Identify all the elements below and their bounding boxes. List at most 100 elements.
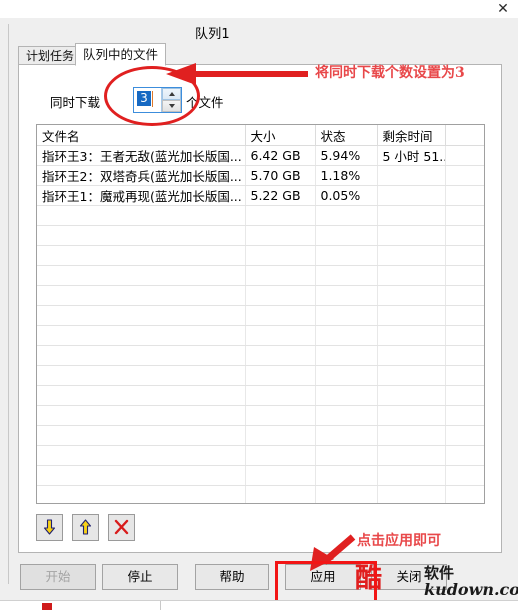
cell-empty [245, 325, 316, 346]
cell-empty [445, 245, 484, 266]
cell-filename: 指环王3：王者无敌(蓝光加长版国... [37, 145, 246, 166]
table-body: 指环王3：王者无敌(蓝光加长版国... 6.42 GB 5.94% 5 小时 51..… [37, 145, 484, 503]
page-title: 队列1 [195, 27, 230, 42]
column-header-remaining[interactable]: 剩余时间 [377, 125, 446, 146]
cell-empty [377, 325, 446, 346]
cell-empty [445, 425, 484, 446]
cell-empty [445, 385, 484, 406]
cell-empty [37, 425, 246, 446]
watermark-line2: kudown.com [424, 580, 518, 599]
cell-empty [377, 485, 446, 503]
tab-queued-files[interactable]: 队列中的文件 [75, 43, 167, 66]
table-row[interactable]: 指环王1：魔戒再现(蓝光加长版国... 5.22 GB 0.05% [37, 185, 484, 206]
help-button[interactable]: 帮助 [195, 564, 269, 590]
file-table[interactable]: 文件名 大小 状态 剩余时间 指环王3：王者无敌(蓝光加长版国... 6.42 G… [36, 124, 485, 504]
cell-empty [445, 405, 484, 426]
chevron-down-icon[interactable] [162, 100, 181, 112]
cell-empty [377, 425, 446, 446]
table-row-empty[interactable] [37, 425, 484, 446]
table-row-empty[interactable] [37, 485, 484, 503]
screenshot-root: ✕ 队列1 计划任务 队列中的文件 同时下载 3 个文件 文件名 大小 状态 剩… [0, 0, 518, 610]
cell-empty [315, 385, 378, 406]
cell-status: 0.05% [315, 185, 378, 206]
table-row-empty[interactable] [37, 285, 484, 306]
cell-empty [315, 465, 378, 486]
column-header-status[interactable]: 状态 [315, 125, 378, 146]
arrow-down-icon [43, 519, 56, 535]
table-row-empty[interactable] [37, 385, 484, 406]
cell-empty [445, 345, 484, 366]
cell-empty [245, 225, 316, 246]
column-header-blank[interactable] [445, 125, 484, 146]
cell-empty [377, 225, 446, 246]
cell-empty [37, 485, 246, 503]
table-row-empty[interactable] [37, 325, 484, 346]
cell-empty [377, 445, 446, 466]
cell-empty [37, 305, 246, 326]
cell-empty [37, 465, 246, 486]
cell-empty [37, 225, 246, 246]
stop-button[interactable]: 停止 [102, 564, 178, 590]
stepper-buttons [161, 88, 181, 112]
move-down-button[interactable] [36, 514, 63, 541]
cell-empty [315, 285, 378, 306]
tab-scheduled-tasks[interactable]: 计划任务 [18, 46, 83, 65]
move-up-button[interactable] [72, 514, 99, 541]
column-header-size[interactable]: 大小 [245, 125, 316, 146]
column-header-filename[interactable]: 文件名 [37, 125, 246, 146]
table-row-empty[interactable] [37, 305, 484, 326]
apply-button[interactable]: 应用 [285, 564, 361, 590]
cell-empty [445, 205, 484, 226]
cell-empty [37, 385, 246, 406]
table-row[interactable]: 指环王2：双塔奇兵(蓝光加长版国... 5.70 GB 1.18% [37, 165, 484, 186]
table-row-empty[interactable] [37, 345, 484, 366]
cell-empty [377, 265, 446, 286]
cell-size: 6.42 GB [245, 145, 316, 166]
cell-empty [445, 305, 484, 326]
cell-empty [315, 325, 378, 346]
table-row-empty[interactable] [37, 405, 484, 426]
cell-remaining [377, 165, 446, 186]
cell-empty [245, 305, 316, 326]
left-divider [8, 24, 9, 584]
cell-empty [377, 305, 446, 326]
cell-empty [245, 385, 316, 406]
cell-empty [315, 205, 378, 226]
concurrent-downloads-label-suffix: 个文件 [186, 95, 224, 110]
cell-empty [315, 225, 378, 246]
cell-empty [377, 465, 446, 486]
cell-empty [445, 485, 484, 503]
cell-empty [245, 365, 316, 386]
cell-status: 5.94% [315, 145, 378, 166]
cell-filename: 指环王1：魔戒再现(蓝光加长版国... [37, 185, 246, 206]
table-row-empty[interactable] [37, 445, 484, 466]
cell-empty [245, 285, 316, 306]
table-row[interactable]: 指环王3：王者无敌(蓝光加长版国... 6.42 GB 5.94% 5 小时 51..… [37, 145, 484, 166]
cell-empty [245, 465, 316, 486]
start-button[interactable]: 开始 [20, 564, 96, 590]
chevron-up-icon[interactable] [162, 88, 181, 100]
table-row-empty[interactable] [37, 245, 484, 266]
delete-button[interactable] [108, 514, 135, 541]
cell-empty [445, 465, 484, 486]
cell-remaining: 5 小时 51... [377, 145, 446, 166]
cell-blank [445, 145, 484, 166]
table-row-empty[interactable] [37, 365, 484, 386]
concurrent-downloads-label-prefix: 同时下载 [50, 95, 101, 110]
table-row-empty[interactable] [37, 205, 484, 226]
concurrent-downloads-stepper[interactable]: 3 [133, 87, 182, 113]
cell-empty [445, 325, 484, 346]
cell-empty [37, 365, 246, 386]
cell-empty [315, 305, 378, 326]
cell-filename: 指环王2：双塔奇兵(蓝光加长版国... [37, 165, 246, 186]
cell-empty [377, 345, 446, 366]
concurrent-downloads-input[interactable]: 3 [137, 91, 151, 106]
cell-empty [377, 405, 446, 426]
table-row-empty[interactable] [37, 465, 484, 486]
cell-empty [37, 325, 246, 346]
cell-remaining [377, 185, 446, 206]
table-row-empty[interactable] [37, 265, 484, 286]
close-icon[interactable]: ✕ [494, 0, 512, 18]
table-row-empty[interactable] [37, 225, 484, 246]
cell-blank [445, 185, 484, 206]
